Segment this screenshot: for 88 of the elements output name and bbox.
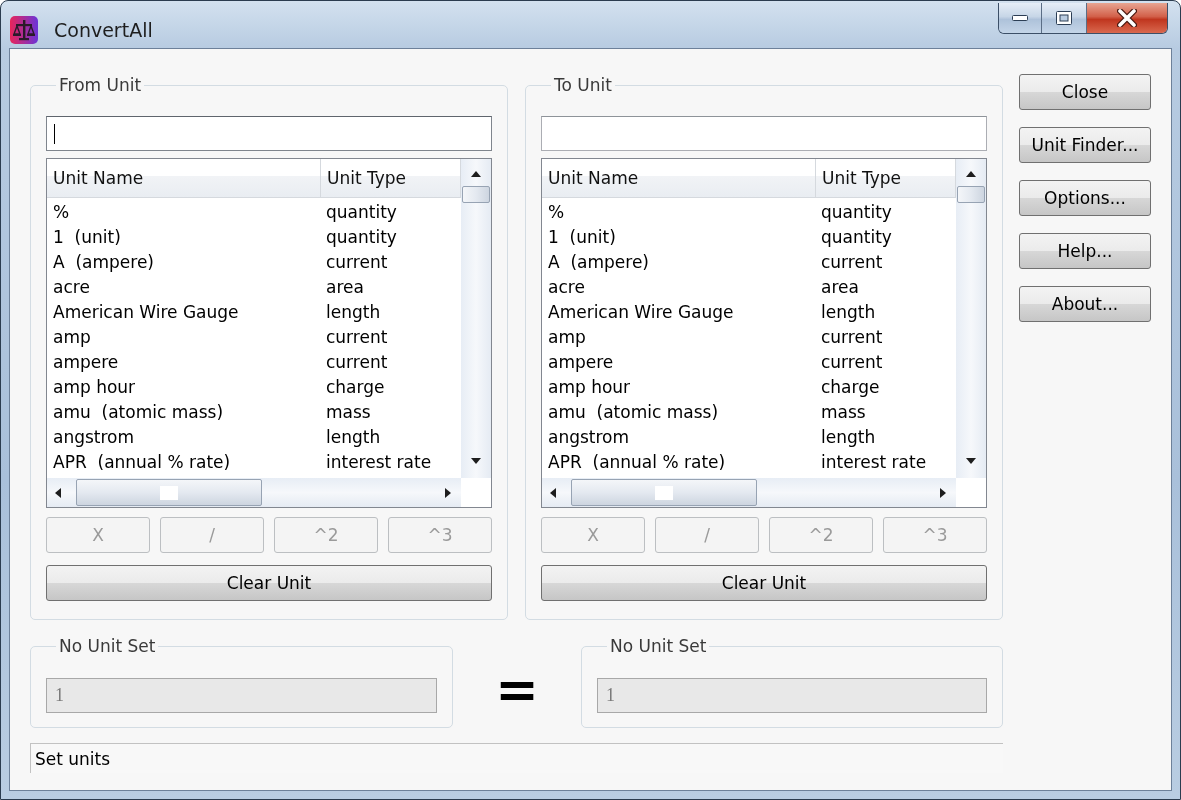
unit-name-cell[interactable]: amu (atomic mass): [542, 400, 816, 425]
dialog-button[interactable]: Options...: [1019, 180, 1151, 216]
vertical-scrollbar[interactable]: [461, 159, 491, 478]
column-header[interactable]: Unit Name: [542, 159, 816, 198]
maximize-icon: [1056, 11, 1072, 25]
unit-type-cell[interactable]: quantity: [321, 225, 461, 250]
column-header[interactable]: Unit Type: [816, 159, 956, 198]
unit-name-cell[interactable]: %: [542, 200, 816, 225]
unit-type-cell[interactable]: area: [816, 275, 956, 300]
unit-name-cell[interactable]: American Wire Gauge: [47, 300, 321, 325]
unit-name-cell[interactable]: 1 (unit): [542, 225, 816, 250]
unit-type-cell[interactable]: quantity: [816, 225, 956, 250]
scroll-thumb[interactable]: [462, 186, 490, 203]
unit-type-cell[interactable]: mass: [321, 400, 461, 425]
unit-name-cell[interactable]: amp hour: [47, 375, 321, 400]
minimize-button[interactable]: [999, 3, 1042, 33]
minimize-icon: [1012, 15, 1028, 21]
right-arrow-icon[interactable]: [940, 487, 946, 498]
unit-type-cell[interactable]: length: [321, 425, 461, 450]
unit-type-cell[interactable]: mass: [816, 400, 956, 425]
window-title: ConvertAll: [54, 19, 153, 41]
unit-name-cell[interactable]: acre: [542, 275, 816, 300]
unit-name-cell[interactable]: American Wire Gauge: [542, 300, 816, 325]
scroll-thumb[interactable]: [571, 479, 757, 506]
right-arrow-icon[interactable]: [445, 487, 451, 498]
unit-name-cell[interactable]: %: [47, 200, 321, 225]
unit-type-cell[interactable]: current: [321, 325, 461, 350]
unit-type-cell[interactable]: length: [321, 300, 461, 325]
close-icon: [1117, 9, 1137, 27]
unit-name-cell[interactable]: acre: [47, 275, 321, 300]
scroll-thumb[interactable]: [76, 479, 262, 506]
unit-name-cell[interactable]: A (ampere): [47, 250, 321, 275]
dialog-button[interactable]: About...: [1019, 286, 1151, 322]
left-arrow-icon[interactable]: [55, 487, 61, 498]
dialog-button[interactable]: Close: [1019, 74, 1151, 110]
vertical-scrollbar[interactable]: [956, 159, 986, 478]
horizontal-scrollbar[interactable]: [542, 478, 956, 507]
equals-sign: =: [495, 663, 539, 715]
group-label: No Unit Set: [58, 636, 157, 656]
unit-type-cell[interactable]: interest rate: [816, 450, 956, 475]
unit-name-cell[interactable]: APR (annual % rate): [542, 450, 816, 475]
unit-name-cell[interactable]: amp: [542, 325, 816, 350]
unit-type-cell[interactable]: charge: [816, 375, 956, 400]
unit-name-cell[interactable]: amu (atomic mass): [47, 400, 321, 425]
search-field[interactable]: [541, 116, 987, 151]
unit-name-cell[interactable]: APR (annual % rate): [47, 450, 321, 475]
unit-name-cell[interactable]: A (ampere): [542, 250, 816, 275]
maximize-button[interactable]: [1042, 3, 1087, 33]
clear-unit-button[interactable]: Clear Unit: [46, 565, 492, 601]
status-text: Set units: [35, 748, 111, 769]
up-arrow-icon[interactable]: [471, 171, 481, 177]
down-arrow-icon[interactable]: [966, 458, 976, 464]
group-label: No Unit Set: [609, 636, 708, 656]
unit-type-cell[interactable]: charge: [321, 375, 461, 400]
unit-name-cell[interactable]: angstrom: [47, 425, 321, 450]
unit-name-cell[interactable]: angstrom: [542, 425, 816, 450]
scales-icon: [10, 16, 38, 44]
unit-type-cell[interactable]: current: [816, 350, 956, 375]
unit-name-cell[interactable]: amp hour: [542, 375, 816, 400]
unit-type-cell[interactable]: quantity: [816, 200, 956, 225]
unit-name-cell[interactable]: ampere: [47, 350, 321, 375]
column-header[interactable]: Unit Type: [321, 159, 461, 198]
unit-type-cell[interactable]: quantity: [321, 200, 461, 225]
unit-type-cell[interactable]: current: [321, 250, 461, 275]
window-close-button[interactable]: [1087, 3, 1167, 33]
text-cursor: [54, 123, 55, 144]
unit-type-cell[interactable]: length: [816, 425, 956, 450]
group-label: From Unit: [58, 75, 143, 95]
down-arrow-icon[interactable]: [471, 458, 481, 464]
unit-name-cell[interactable]: ampere: [542, 350, 816, 375]
scroll-thumb[interactable]: [957, 186, 985, 203]
unit-type-cell[interactable]: area: [321, 275, 461, 300]
horizontal-scrollbar[interactable]: [47, 478, 461, 507]
dialog-button[interactable]: Unit Finder...: [1019, 127, 1151, 163]
column-header[interactable]: Unit Name: [47, 159, 321, 198]
group-label: To Unit: [553, 75, 613, 95]
unit-type-cell[interactable]: current: [816, 325, 956, 350]
up-arrow-icon[interactable]: [966, 171, 976, 177]
search-field[interactable]: [46, 116, 492, 151]
unit-type-cell[interactable]: current: [321, 350, 461, 375]
unit-name-cell[interactable]: amp: [47, 325, 321, 350]
dialog-button[interactable]: Help...: [1019, 233, 1151, 269]
clear-unit-button[interactable]: Clear Unit: [541, 565, 987, 601]
unit-type-cell[interactable]: current: [816, 250, 956, 275]
unit-type-cell[interactable]: interest rate: [321, 450, 461, 475]
left-arrow-icon[interactable]: [550, 487, 556, 498]
unit-type-cell[interactable]: length: [816, 300, 956, 325]
unit-name-cell[interactable]: 1 (unit): [47, 225, 321, 250]
